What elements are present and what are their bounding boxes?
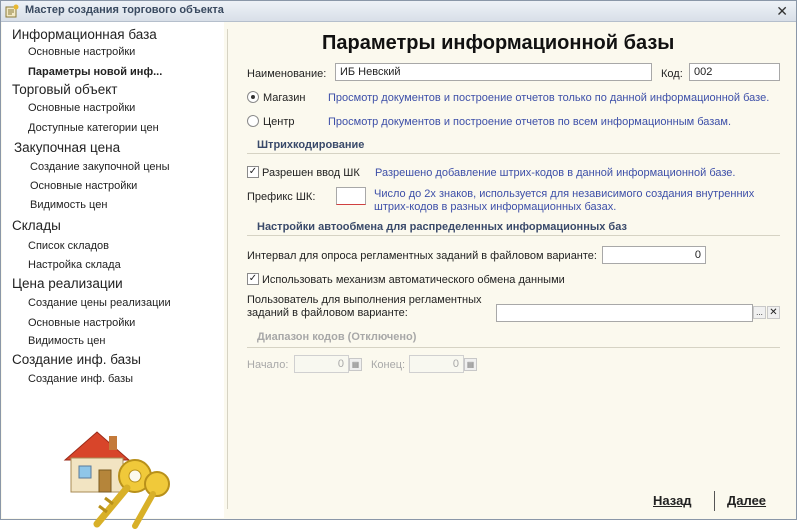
use-auto-exchange-label: Использовать механизм автоматического об…	[262, 274, 565, 286]
codes-section-title: Диапазон кодов (Отключено)	[257, 331, 417, 343]
autoexchange-section-divider	[247, 235, 780, 236]
wizard-window: Мастер создания торгового объекта ✕ Инфо…	[0, 0, 797, 529]
use-auto-exchange-checkbox[interactable]: ✓	[247, 273, 259, 285]
nav-group-sale-price[interactable]: Цена реализации	[12, 276, 123, 291]
codes-section-divider	[247, 347, 780, 348]
user-field[interactable]	[496, 304, 753, 322]
nav-item-create-infobase[interactable]: Создание инф. базы	[28, 373, 133, 385]
start-calculator-icon[interactable]: ▦	[349, 358, 362, 371]
nav-item-price-categories[interactable]: Доступные категории цен	[28, 122, 159, 134]
radio-shop[interactable]	[247, 91, 259, 103]
autoexchange-section-title: Настройки автообмена для распределенных …	[257, 221, 627, 233]
user-clear-icon[interactable]: ✕	[767, 306, 780, 319]
prefix-label: Префикс ШК:	[247, 191, 316, 203]
start-label: Начало:	[247, 359, 289, 371]
title-bar: Мастер создания торгового объекта ✕	[1, 1, 796, 22]
nav-item-purchase-basic[interactable]: Основные настройки	[30, 180, 137, 192]
prefix-hint: Число до 2х знаков, используется для нез…	[374, 188, 755, 213]
name-label: Наименование:	[247, 68, 327, 80]
radio-shop-label: Магазин	[263, 92, 306, 104]
user-label: Пользователь для выполнения регламентных…	[247, 294, 482, 319]
nav-item-sale-visibility[interactable]: Видимость цен	[28, 335, 105, 347]
barcode-checkbox[interactable]: ✓	[247, 166, 259, 178]
window-title: Мастер создания торгового объекта	[25, 4, 224, 16]
barcode-section-title: Штрихкодирование	[257, 139, 365, 151]
user-select-button[interactable]: ...	[753, 306, 766, 319]
code-label: Код:	[661, 68, 683, 80]
nav-item-create-sale-price[interactable]: Создание цены реализации	[28, 297, 171, 309]
barcode-section-divider	[247, 153, 780, 154]
nav-item-warehouse-setup[interactable]: Настройка склада	[28, 259, 121, 271]
radio-center-hint: Просмотр документов и построение отчетов…	[328, 116, 732, 128]
start-field[interactable]: 0	[294, 355, 349, 373]
end-field[interactable]: 0	[409, 355, 464, 373]
next-button[interactable]: Далее	[727, 493, 766, 508]
nav-item-sale-basic[interactable]: Основные настройки	[28, 317, 135, 329]
barcode-checkbox-label: Разрешен ввод ШК	[262, 167, 360, 179]
end-label: Конец:	[371, 359, 406, 371]
prefix-field[interactable]	[336, 187, 366, 205]
close-icon[interactable]: ✕	[776, 3, 788, 20]
sidebar: Информационная база Основные настройки П…	[2, 22, 224, 529]
end-calculator-icon[interactable]: ▦	[464, 358, 477, 371]
buttons-separator	[714, 491, 715, 511]
radio-center[interactable]	[247, 115, 259, 127]
nav-item-infobase-basic[interactable]: Основные настройки	[28, 46, 135, 58]
back-button[interactable]: Назад	[653, 493, 692, 508]
nav-item-infobase-params[interactable]: Параметры новой инф...	[28, 66, 162, 78]
radio-shop-hint: Просмотр документов и построение отчетов…	[328, 92, 770, 104]
code-field[interactable]: 002	[689, 63, 780, 81]
radio-center-label: Центр	[263, 116, 295, 128]
house-keys-illustration	[63, 431, 170, 529]
nav-item-warehouse-list[interactable]: Список складов	[28, 240, 109, 252]
barcode-checkbox-hint: Разрешено добавление штрих-кодов в данно…	[375, 167, 736, 179]
nav-group-infobase[interactable]: Информационная база	[12, 27, 157, 42]
interval-label: Интервал для опроса регламентных заданий…	[247, 250, 597, 262]
nav-group-purchase-price[interactable]: Закупочная цена	[14, 140, 120, 155]
nav-group-trade-object[interactable]: Торговый объект	[12, 82, 118, 97]
nav-item-trade-basic[interactable]: Основные настройки	[28, 102, 135, 114]
page-title: Параметры информационной базы	[322, 32, 675, 54]
nav-item-create-purchase-price[interactable]: Создание закупочной цены	[30, 161, 170, 173]
nav-item-purchase-visibility[interactable]: Видимость цен	[30, 199, 107, 211]
nav-group-warehouses[interactable]: Склады	[12, 218, 61, 233]
nav-group-create-infobase[interactable]: Создание инф. базы	[12, 352, 141, 367]
name-field[interactable]: ИБ Невский	[335, 63, 652, 81]
app-icon	[5, 4, 19, 18]
main-panel: Параметры информационной базы Наименован…	[228, 22, 796, 518]
interval-field[interactable]: 0	[602, 246, 706, 264]
